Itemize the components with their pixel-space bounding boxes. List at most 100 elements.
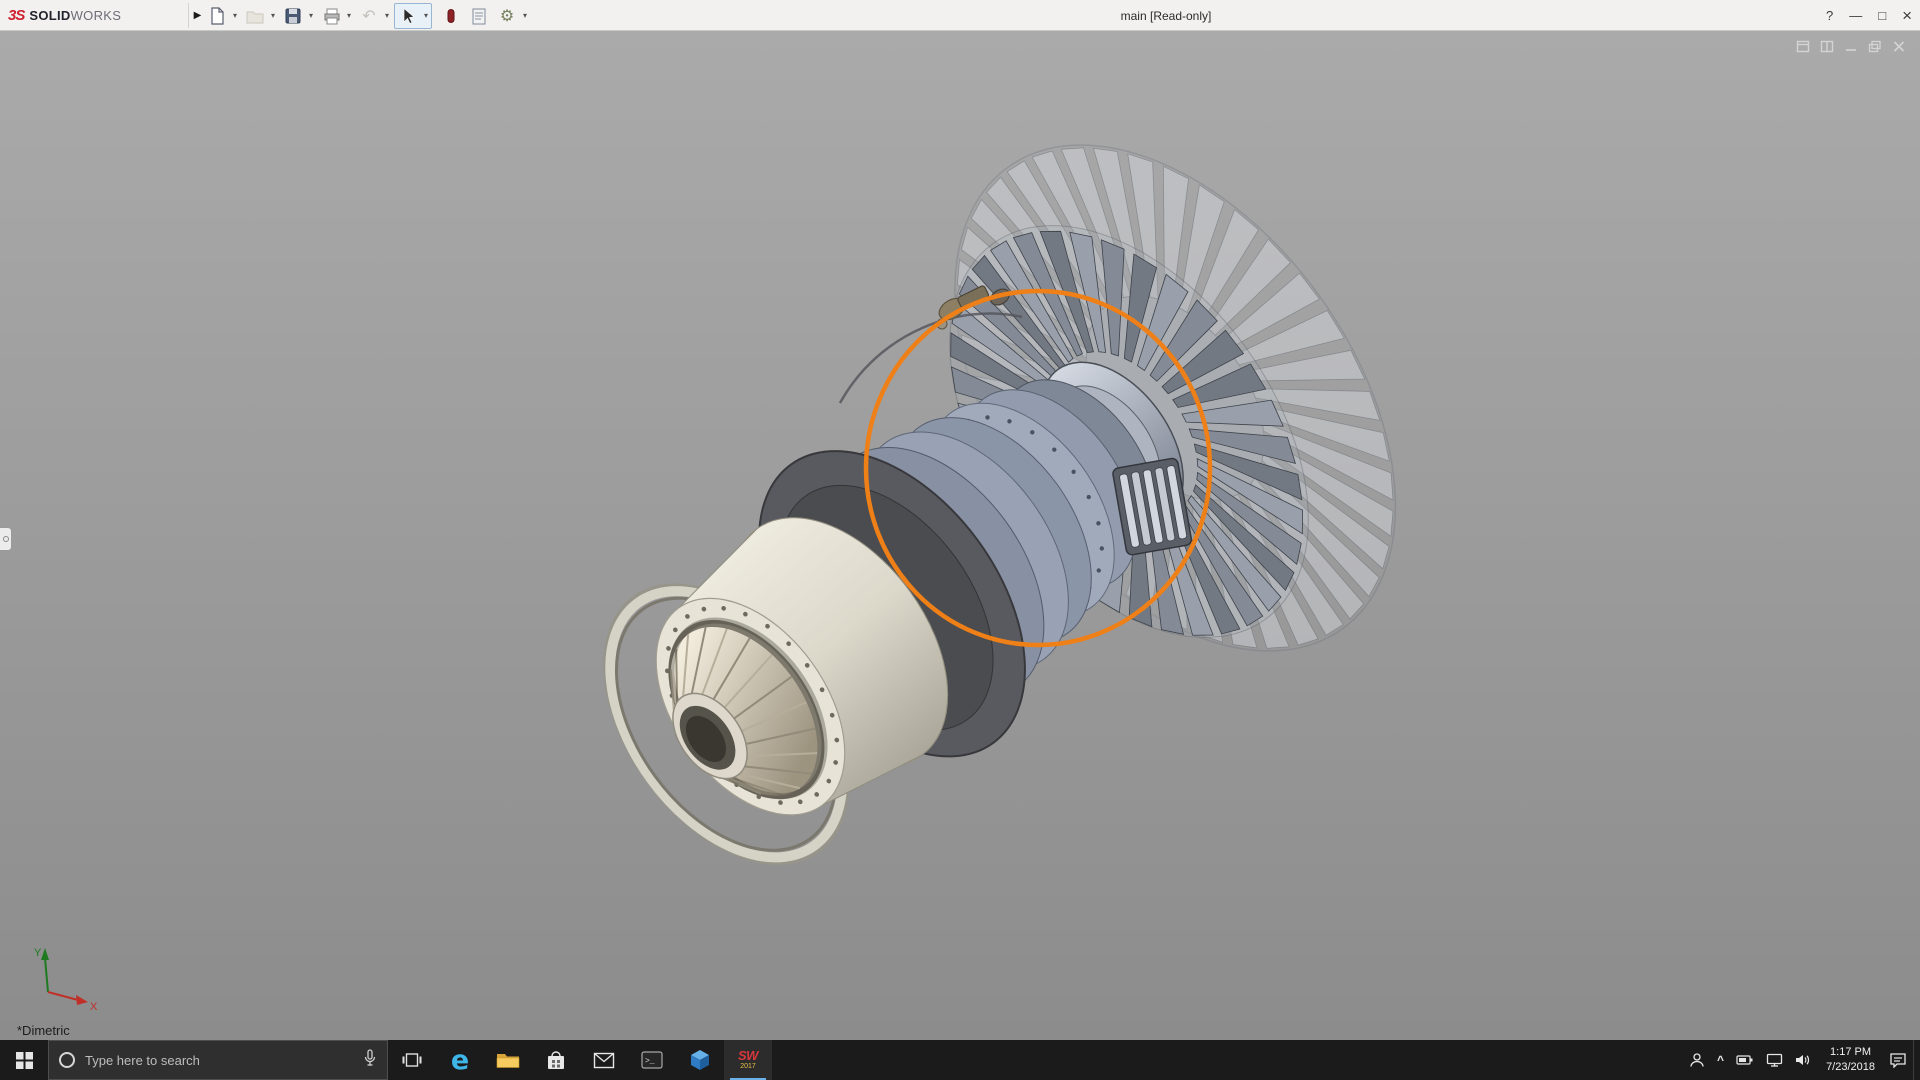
dropdown-arrow[interactable]: ▾	[230, 11, 240, 20]
command-prompt-icon: >_	[641, 1051, 663, 1069]
x-axis-label: X	[90, 1001, 98, 1013]
graphics-viewport[interactable]: Y X *Dimetric	[0, 31, 1920, 1040]
document-window-controls	[1795, 39, 1906, 53]
doc-minimize-icon[interactable]	[1843, 39, 1858, 53]
volume-button[interactable]	[1789, 1040, 1818, 1080]
solidworks-app-icon: SW	[738, 1049, 758, 1062]
open-folder-icon	[245, 6, 265, 26]
dropdown-arrow[interactable]: ▾	[421, 11, 431, 20]
brand-works: WORKS	[71, 8, 122, 23]
clock-date: 7/23/2018	[1826, 1060, 1875, 1075]
taskbar-search-input[interactable]: Type here to search	[48, 1040, 388, 1080]
svg-text:>_: >_	[645, 1057, 655, 1066]
microphone-icon[interactable]	[363, 1049, 377, 1072]
jet-engine-model[interactable]	[480, 64, 1486, 1012]
volume-icon	[1795, 1053, 1812, 1067]
edrawings-cube-icon	[689, 1049, 711, 1071]
help-button[interactable]: ?	[1826, 9, 1833, 22]
windows-logo-icon	[16, 1052, 33, 1069]
new-document-icon	[207, 6, 227, 26]
orientation-triad: Y X	[14, 936, 104, 1024]
new-document-button[interactable]	[204, 4, 230, 28]
user-icon	[1689, 1052, 1705, 1068]
print-button[interactable]	[318, 4, 344, 28]
x-axis-arrow	[48, 992, 78, 1000]
action-center-icon	[1889, 1052, 1907, 1068]
brand-name: SOLIDWORKS	[29, 8, 121, 23]
taskbar-app-command-prompt[interactable]: >_	[628, 1040, 676, 1080]
solidworks-logo: 3S SOLIDWORKS	[8, 0, 121, 31]
maximize-button[interactable]: □	[1878, 9, 1886, 22]
system-tray: ^ 1:17 PM 7/23/2018	[1683, 1040, 1920, 1080]
undo-icon: ↶	[362, 6, 375, 26]
mail-icon	[593, 1052, 615, 1069]
task-view-icon	[402, 1051, 422, 1069]
start-button[interactable]	[0, 1040, 48, 1080]
y-axis-arrow	[45, 958, 48, 992]
engine-gearbox-detail	[1112, 458, 1192, 556]
taskbar-app-edge[interactable]: e	[436, 1040, 484, 1080]
edge-icon: e	[451, 1047, 469, 1074]
task-pane-tab[interactable]	[0, 527, 12, 551]
solidworks-window: 3S SOLIDWORKS ▶ ▾ ▾ ▾	[0, 0, 1920, 1080]
print-icon	[321, 6, 341, 26]
battery-button[interactable]	[1730, 1040, 1760, 1080]
select-tool-group: ▾	[394, 3, 432, 29]
y-axis-label: Y	[34, 947, 42, 959]
view-orientation-label: *Dimetric	[17, 1023, 70, 1038]
taskbar-app-edrawings[interactable]	[676, 1040, 724, 1080]
task-pane-tab-icon	[3, 536, 9, 542]
hidden-icons-button[interactable]: ^	[1711, 1040, 1730, 1080]
minimize-button[interactable]: —	[1849, 9, 1862, 22]
engine-model-canvas[interactable]	[0, 31, 1920, 1040]
dropdown-arrow[interactable]: ▾	[344, 11, 354, 20]
undo-button[interactable]: ↶	[356, 4, 382, 28]
split-window-icon[interactable]	[1819, 39, 1834, 53]
save-icon	[283, 6, 303, 26]
dropdown-arrow[interactable]: ▾	[306, 11, 316, 20]
file-reference-button[interactable]	[466, 4, 492, 28]
taskbar-app-file-explorer[interactable]	[484, 1040, 532, 1080]
open-button[interactable]	[242, 4, 268, 28]
save-button[interactable]	[280, 4, 306, 28]
clock[interactable]: 1:17 PM 7/23/2018	[1818, 1040, 1883, 1080]
dropdown-arrow[interactable]: ▾	[268, 11, 278, 20]
doc-close-icon[interactable]	[1891, 39, 1906, 53]
show-desktop-button[interactable]	[1913, 1040, 1920, 1080]
clock-time: 1:17 PM	[1830, 1045, 1871, 1060]
brand-solid: SOLID	[29, 8, 70, 23]
toolbox-icon	[441, 6, 461, 26]
toolbox-button[interactable]	[438, 4, 464, 28]
dropdown-arrow[interactable]: ▾	[520, 11, 530, 20]
network-icon	[1766, 1053, 1783, 1067]
close-button[interactable]: ×	[1902, 7, 1912, 24]
taskbar-app-store[interactable]	[532, 1040, 580, 1080]
y-axis-arrowhead	[41, 948, 49, 960]
dropdown-arrow[interactable]: ▾	[382, 11, 392, 20]
options-button[interactable]: ⚙	[494, 4, 520, 28]
cortana-icon	[59, 1052, 75, 1068]
gear-icon: ⚙	[500, 6, 514, 26]
battery-icon	[1736, 1054, 1754, 1066]
select-cursor-icon	[398, 6, 418, 26]
file-explorer-icon	[496, 1050, 520, 1070]
document-title: main [Read-only]	[1121, 9, 1212, 23]
dassault-logo-icon: 3S	[8, 7, 24, 24]
microsoft-store-icon	[545, 1050, 567, 1070]
new-window-icon[interactable]	[1795, 39, 1810, 53]
people-button[interactable]	[1683, 1040, 1711, 1080]
task-view-button[interactable]	[388, 1040, 436, 1080]
titlebar: 3S SOLIDWORKS ▶ ▾ ▾ ▾	[0, 0, 1920, 31]
network-button[interactable]	[1760, 1040, 1789, 1080]
x-axis-arrowhead	[76, 995, 88, 1005]
select-tool-button[interactable]	[395, 4, 421, 28]
taskbar-app-solidworks[interactable]: SW 2017	[724, 1040, 772, 1080]
quick-access-toolbar: ▾ ▾ ▾ ▾ ↶	[204, 0, 532, 31]
search-placeholder: Type here to search	[85, 1053, 353, 1068]
action-center-button[interactable]	[1883, 1040, 1913, 1080]
window-controls: ? — □ ×	[1826, 0, 1912, 31]
doc-restore-icon[interactable]	[1867, 39, 1882, 53]
file-reference-icon	[469, 6, 489, 26]
taskbar-app-mail[interactable]	[580, 1040, 628, 1080]
windows-taskbar: Type here to search e >_ SW 20	[0, 1040, 1920, 1080]
